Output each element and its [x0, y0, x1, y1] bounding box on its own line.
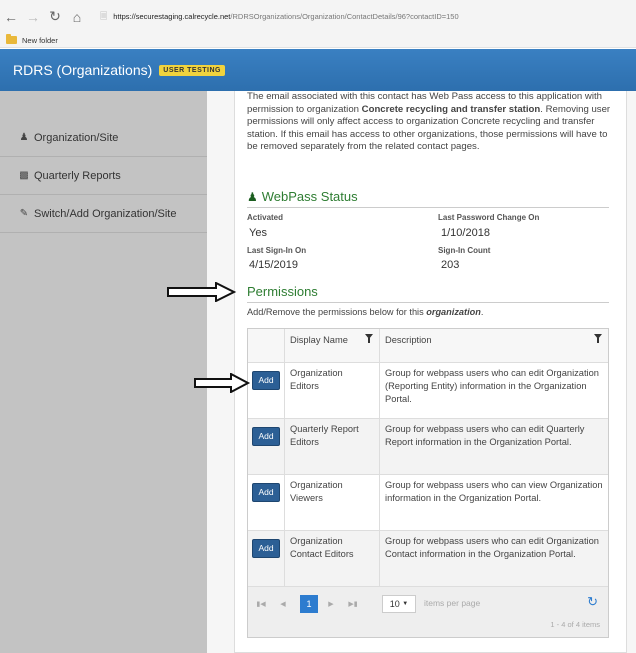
divider: [247, 207, 609, 208]
bar-chart-icon: ▩: [19, 170, 29, 181]
add-button[interactable]: Add: [252, 539, 280, 558]
annotation-arrow-icon: [194, 373, 251, 393]
edit-icon: ✎: [19, 208, 29, 219]
sidebar-item-label: Switch/Add Organization/Site: [34, 207, 177, 220]
display-name-cell: Organization Viewers: [285, 475, 380, 530]
bookmarks-bar: New folder: [0, 33, 636, 48]
display-name-cell: Organization Editors: [285, 363, 380, 418]
permissions-instructions: Add/Remove the permissions below for thi…: [247, 307, 483, 317]
table-row: Add Organization Viewers Group for webpa…: [248, 475, 608, 531]
url-domain: https://securestaging.calrecycle.net: [113, 12, 231, 21]
sign-in-count-label: Sign-In Count: [438, 246, 491, 255]
permissions-text-emphasis: organization: [426, 307, 481, 317]
activated-value: Yes: [249, 227, 267, 239]
items-per-page-label: items per page: [424, 598, 481, 608]
add-button[interactable]: Add: [252, 483, 280, 502]
action-cell: Add: [248, 363, 285, 418]
header-action-cell: [248, 329, 285, 362]
contact-panel: The email associated with this contact h…: [234, 91, 627, 653]
address-bar[interactable]: 🗏 https://securestaging.calrecycle.net/R…: [100, 9, 459, 25]
page-size-select[interactable]: 10 ▼: [382, 595, 416, 613]
grid-header: Display Name Description: [248, 329, 608, 363]
add-button[interactable]: Add: [252, 371, 280, 390]
activated-label: Activated: [247, 213, 284, 222]
back-arrow-icon[interactable]: ←: [0, 6, 22, 28]
bookmark-new-folder[interactable]: New folder: [22, 36, 58, 45]
permissions-heading: Permissions: [247, 284, 318, 299]
divider: [247, 302, 609, 303]
user-icon: ♟: [247, 189, 258, 204]
access-description: The email associated with this contact h…: [247, 91, 615, 154]
last-page-icon[interactable]: ▶▮: [344, 595, 362, 613]
browser-toolbar: ← → ↻ ⌂ 🗏 https://securestaging.calrecyc…: [0, 0, 636, 33]
header-description[interactable]: Description: [380, 329, 608, 362]
app-title[interactable]: RDRS (Organizations): [13, 62, 152, 78]
description-cell: Group for webpass users who can view Org…: [385, 480, 603, 503]
column-header-label: Display Name: [290, 335, 348, 345]
filter-icon[interactable]: [594, 334, 602, 343]
permissions-text-end: .: [480, 307, 484, 317]
grid-pager: ▮◀ ◀ 1 ▶ ▶▮ 10 ▼ items per page ↻ 1 - 4 …: [248, 587, 608, 637]
first-page-icon[interactable]: ▮◀: [252, 595, 270, 613]
description-cell: Group for webpass users who can edit Org…: [385, 536, 599, 559]
item-count: 1 - 4 of 4 items: [550, 620, 600, 629]
user-testing-badge: USER TESTING: [159, 64, 225, 76]
sidebar: ♟ Organization/Site ▩ Quarterly Reports …: [0, 91, 207, 653]
sign-in-count-value: 203: [441, 259, 460, 271]
user-icon: ♟: [19, 132, 29, 143]
display-name-cell: Organization Contact Editors: [285, 531, 380, 586]
action-cell: Add: [248, 531, 285, 586]
refresh-icon[interactable]: ↻: [587, 594, 598, 610]
sidebar-item-organization-site[interactable]: ♟ Organization/Site: [0, 119, 207, 157]
main-content: The email associated with this contact h…: [207, 91, 636, 653]
action-cell: Add: [248, 419, 285, 474]
refresh-icon[interactable]: ↻: [44, 6, 66, 28]
action-cell: Add: [248, 475, 285, 530]
permissions-grid: Display Name Description Add Organizatio…: [247, 328, 609, 638]
organization-name: Concrete recycling and transfer station: [361, 103, 541, 115]
header-display-name[interactable]: Display Name: [285, 329, 380, 362]
last-sign-in-value: 4/15/2019: [249, 259, 298, 271]
last-sign-in-label: Last Sign-In On: [247, 246, 307, 255]
page-icon: 🗏: [100, 10, 108, 21]
description-cell: Group for webpass users who can edit Org…: [385, 368, 599, 404]
table-row: Add Organization Contact Editors Group f…: [248, 531, 608, 587]
webpass-status-title: WebPass Status: [261, 189, 358, 204]
add-button[interactable]: Add: [252, 427, 280, 446]
column-header-label: Description: [385, 335, 432, 345]
folder-icon: [6, 34, 17, 44]
caret-down-icon: ▼: [402, 601, 409, 607]
page-size-value: 10: [389, 599, 400, 609]
sidebar-item-label: Quarterly Reports: [34, 169, 121, 182]
forward-arrow-icon[interactable]: →: [22, 6, 44, 28]
last-password-change-label: Last Password Change On: [438, 213, 540, 222]
annotation-arrow-icon: [167, 282, 237, 302]
description-cell: Group for webpass users who can edit Qua…: [385, 424, 585, 447]
previous-page-icon[interactable]: ◀: [274, 595, 292, 613]
next-page-icon[interactable]: ▶: [322, 595, 340, 613]
permissions-title: Permissions: [247, 284, 318, 299]
app-header: RDRS (Organizations) USER TESTING: [0, 49, 636, 91]
table-row: Add Organization Editors Group for webpa…: [248, 363, 608, 419]
home-icon[interactable]: ⌂: [66, 6, 88, 28]
filter-icon[interactable]: [365, 334, 373, 343]
url-path: /RDRSOrganizations/Organization/ContactD…: [230, 12, 459, 21]
display-name-cell: Quarterly Report Editors: [285, 419, 380, 474]
page-button-1[interactable]: 1: [300, 595, 318, 613]
webpass-status-heading: ♟ WebPass Status: [247, 189, 358, 204]
last-password-change-value: 1/10/2018: [441, 227, 490, 239]
sidebar-item-quarterly-reports[interactable]: ▩ Quarterly Reports: [0, 157, 207, 195]
sidebar-item-switch-add-organization[interactable]: ✎ Switch/Add Organization/Site: [0, 195, 207, 233]
permissions-text: Add/Remove the permissions below for thi…: [247, 307, 427, 317]
sidebar-item-label: Organization/Site: [34, 131, 119, 144]
table-row: Add Quarterly Report Editors Group for w…: [248, 419, 608, 475]
